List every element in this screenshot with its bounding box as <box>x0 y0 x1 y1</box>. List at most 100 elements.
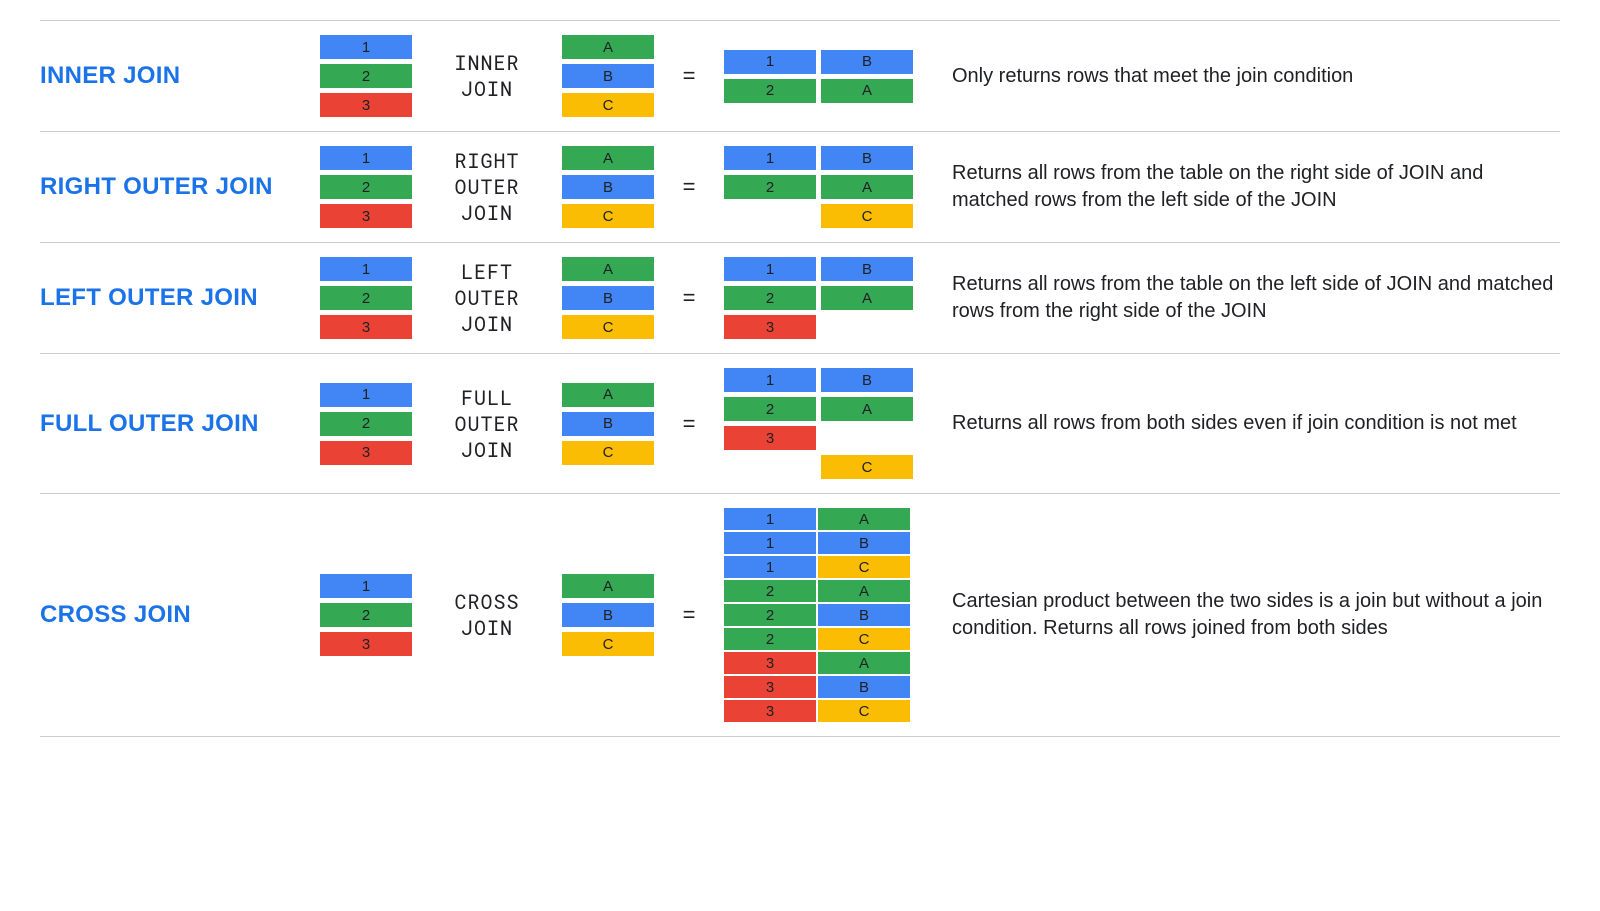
join-title: RIGHT OUTER JOIN <box>40 173 300 201</box>
data-cell: 2 <box>724 604 816 626</box>
equals-sign: = <box>674 174 704 200</box>
mini-table: 12 <box>724 50 816 103</box>
data-cell: 3 <box>320 441 412 465</box>
join-row: INNER JOIN123INNER JOINABC=12BAOnly retu… <box>40 20 1560 131</box>
data-cell: 1 <box>320 574 412 598</box>
data-cell: B <box>562 286 654 310</box>
data-cell: 2 <box>724 79 816 103</box>
data-cell: 3 <box>724 315 816 339</box>
join-title: LEFT OUTER JOIN <box>40 284 300 312</box>
join-row: LEFT OUTER JOIN123LEFT OUTER JOINABC=123… <box>40 242 1560 353</box>
mini-table: BAC <box>821 368 913 479</box>
data-cell: B <box>818 532 910 554</box>
data-cell: 1 <box>724 508 816 530</box>
data-cell: C <box>562 93 654 117</box>
data-cell: 2 <box>724 286 816 310</box>
data-cell: 1 <box>724 257 816 281</box>
data-cell: A <box>818 508 910 530</box>
data-cell: 2 <box>320 603 412 627</box>
data-cell: A <box>818 652 910 674</box>
data-cell: 1 <box>320 383 412 407</box>
data-cell: 1 <box>724 532 816 554</box>
data-cell: A <box>821 397 913 421</box>
empty-cell <box>724 455 816 479</box>
data-cell: 2 <box>320 412 412 436</box>
data-cell: B <box>562 412 654 436</box>
data-cell: 1 <box>724 50 816 74</box>
data-cell: C <box>818 556 910 578</box>
data-cell: A <box>562 383 654 407</box>
data-cell: 3 <box>320 204 412 228</box>
join-description: Cartesian product between the two sides … <box>944 588 1560 642</box>
empty-cell <box>724 204 816 228</box>
join-result: 111222333ABCABCABC <box>724 508 924 722</box>
data-cell: 3 <box>320 315 412 339</box>
mini-table: 123 <box>320 35 412 117</box>
data-cell: 2 <box>724 175 816 199</box>
data-cell: 2 <box>724 628 816 650</box>
equals-sign: = <box>674 63 704 89</box>
join-description: Returns all rows from both sides even if… <box>944 410 1560 437</box>
join-result: 123BA <box>724 257 924 339</box>
mini-table: BA <box>821 257 913 339</box>
data-cell: A <box>821 286 913 310</box>
mini-table: 123 <box>320 257 412 339</box>
mini-table: BAC <box>821 146 913 228</box>
data-cell: A <box>562 574 654 598</box>
mini-table: ABCABCABC <box>818 508 910 722</box>
join-operator-label: CROSS JOIN <box>432 589 542 641</box>
data-cell: 3 <box>724 676 816 698</box>
empty-cell <box>821 315 913 339</box>
join-description: Returns all rows from the table on the l… <box>944 271 1560 325</box>
data-cell: A <box>562 257 654 281</box>
data-cell: C <box>818 700 910 722</box>
data-cell: C <box>818 628 910 650</box>
data-cell: A <box>818 580 910 602</box>
mini-table: 1 2 3 <box>724 368 816 479</box>
data-cell: 3 <box>724 652 816 674</box>
data-cell: 1 <box>724 146 816 170</box>
data-cell: C <box>562 632 654 656</box>
mini-table: 1 2 3 <box>724 257 816 339</box>
equals-sign: = <box>674 602 704 628</box>
data-cell: B <box>562 64 654 88</box>
data-cell: 2 <box>320 286 412 310</box>
data-cell: B <box>818 676 910 698</box>
sql-joins-diagram: INNER JOIN123INNER JOINABC=12BAOnly retu… <box>40 20 1560 737</box>
data-cell: A <box>562 35 654 59</box>
join-row: CROSS JOIN123CROSS JOINABC=111222333ABCA… <box>40 493 1560 737</box>
data-cell: 1 <box>724 368 816 392</box>
join-title: INNER JOIN <box>40 62 300 90</box>
data-cell: B <box>818 604 910 626</box>
join-operator-label: INNER JOIN <box>432 50 542 102</box>
data-cell: A <box>821 79 913 103</box>
mini-table: 12 <box>724 146 816 228</box>
data-cell: B <box>821 257 913 281</box>
mini-table: 1 2 3 <box>320 383 412 465</box>
join-result: 12BAC <box>724 146 924 228</box>
data-cell: C <box>821 204 913 228</box>
mini-table: ABC <box>562 35 654 117</box>
mini-table: ABC <box>562 257 654 339</box>
empty-cell <box>821 426 913 450</box>
data-cell: 3 <box>320 93 412 117</box>
mini-table: 1 2 3 <box>320 574 412 656</box>
data-cell: C <box>562 441 654 465</box>
join-row: FULL OUTER JOIN123FULL OUTER JOINABC=123… <box>40 353 1560 493</box>
equals-sign: = <box>674 411 704 437</box>
join-description: Returns all rows from the table on the r… <box>944 160 1560 214</box>
data-cell: C <box>562 204 654 228</box>
mini-table: BA <box>821 50 913 103</box>
join-title: FULL OUTER JOIN <box>40 410 300 438</box>
join-result: 1 2 3BAC <box>724 368 924 479</box>
data-cell: 3 <box>320 632 412 656</box>
data-cell: 2 <box>724 397 816 421</box>
join-operator-label: LEFT OUTER JOIN <box>432 259 542 337</box>
mini-table: 111222333 <box>724 508 816 722</box>
data-cell: 3 <box>724 426 816 450</box>
join-title: CROSS JOIN <box>40 601 300 629</box>
join-description: Only returns rows that meet the join con… <box>944 63 1560 90</box>
data-cell: B <box>821 50 913 74</box>
data-cell: A <box>821 175 913 199</box>
data-cell: 1 <box>724 556 816 578</box>
